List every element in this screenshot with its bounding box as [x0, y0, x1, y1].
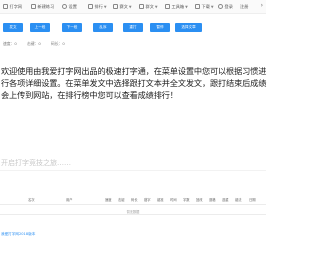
menu-item-download[interactable]: 下载 ▼ — [195, 2, 214, 11]
speed-value: 0 — [14, 41, 17, 46]
download-icon — [195, 4, 200, 9]
article-line: 会上传到网站，在排行榜中您可以查看成绩排行！ — [1, 90, 178, 100]
menu-item-login[interactable]: 登录 — [218, 2, 233, 11]
column-header: 日期 — [249, 198, 256, 202]
menu-item-label: 群文 — [145, 3, 154, 9]
column-header: 字数 — [183, 198, 190, 202]
group-text-icon — [139, 4, 144, 9]
speed-stat: 速度：0 — [3, 41, 17, 46]
column-header: 码长 — [131, 198, 138, 202]
chevron-down-icon: ▼ — [103, 4, 107, 9]
column-header: 名次 — [28, 198, 35, 202]
column-header: 速度 — [105, 198, 112, 202]
menu-item-settings[interactable]: 设置 — [62, 2, 77, 11]
code-length-label: 码长 — [51, 41, 59, 46]
menu-item-home[interactable]: 打字网 — [3, 2, 22, 11]
column-header: 回改 — [196, 198, 203, 202]
menu-item-register[interactable]: 注册 — [240, 2, 248, 11]
menu-item-toolbox[interactable]: 工具箱 ▼ — [165, 2, 188, 11]
version-link[interactable]: 我爱打字网2018版本 — [1, 232, 35, 237]
menu-item-label: 打字网 — [9, 3, 23, 9]
article-line: 行各项详细设置。在菜单发文中选择跟打文本并全文发文，跟打结束后成绩 — [1, 78, 267, 88]
race-text-icon — [113, 4, 118, 9]
home-icon — [3, 4, 8, 9]
column-header: 键准 — [157, 198, 164, 202]
settings-icon — [62, 4, 67, 9]
shuffle-button[interactable]: 乱序 — [93, 23, 113, 32]
keystroke-value: 0 — [38, 41, 41, 46]
article-line: 欢迎使用由我爱打字网出品的极速打字通，在菜单设置中您可以根据习惯进 — [1, 66, 267, 76]
keystroke-stat: 击键：0 — [27, 41, 41, 46]
pause-button[interactable]: 暂停 — [150, 23, 170, 32]
menu-item-rank[interactable]: 排行 ▼ — [88, 2, 107, 11]
chevron-down-icon: ▼ — [210, 4, 214, 9]
column-header: 时间 — [170, 198, 177, 202]
chevron-down-icon: ▼ — [154, 4, 158, 9]
menu-item-label: 工具箱 — [171, 3, 185, 9]
menu-item-label: 下载 — [201, 3, 210, 9]
code-length-value: 0 — [62, 41, 65, 46]
menu-item-race-text[interactable]: 赛文 ▼ — [113, 2, 132, 11]
menu-item-new-practice[interactable]: 新建练习 — [31, 2, 54, 11]
ranking-empty-state: 暂无数据 — [0, 207, 266, 215]
column-header: 错字 — [144, 198, 151, 202]
column-header: 选重 — [222, 198, 229, 202]
column-header: 键法 — [235, 198, 242, 202]
toolbar: 发文 上一段 下一段 乱序 重打 暂停 选择文章 — [0, 20, 266, 34]
menu-item-label: 登录 — [224, 3, 233, 9]
send-text-button[interactable]: 发文 — [3, 23, 23, 32]
keystroke-label: 击键 — [27, 41, 35, 46]
typing-input[interactable] — [0, 155, 266, 171]
divider — [0, 170, 266, 171]
code-length-stat: 码长：0 — [51, 41, 65, 46]
ranking-table-header: 名次 用户 速度 击键 码长 错字 键准 时间 字数 回改 退格 选重 键法 日… — [0, 195, 266, 205]
chevron-down-icon: ▼ — [185, 4, 188, 9]
login-icon — [218, 4, 223, 9]
retype-button[interactable]: 重打 — [123, 23, 143, 32]
rank-icon — [88, 4, 93, 9]
top-menu-bar: 打字网 新建练习 设置 排行 ▼ 赛文 ▼ 群文 ▼ 工具箱 ▼ 下载 ▼ 登录… — [0, 0, 266, 14]
chevron-down-icon: ▼ — [128, 4, 132, 9]
column-header: 击键 — [118, 198, 125, 202]
menu-item-label: 赛文 — [119, 3, 128, 9]
speed-label: 速度 — [3, 41, 11, 46]
new-practice-icon — [31, 4, 36, 9]
menu-item-label: 注册 — [240, 3, 249, 9]
select-article-button[interactable]: 选择文章 — [175, 23, 202, 32]
menu-item-label: 排行 — [94, 3, 103, 9]
typing-area — [0, 150, 266, 171]
source-article: 欢迎使用由我爱打字网出品的极速打字通，在菜单设置中您可以根据习惯进 行各项详细设… — [1, 65, 267, 101]
menu-item-label: 新建练习 — [37, 3, 55, 9]
toolbox-icon — [165, 4, 170, 9]
column-header: 退格 — [209, 198, 216, 202]
next-segment-button[interactable]: 下一段 — [62, 23, 82, 32]
chevron-right-icon[interactable]: › — [261, 3, 263, 9]
menu-item-label: 设置 — [68, 3, 77, 9]
typing-stats: 速度：0 击键：0 码长：0 — [0, 40, 266, 48]
previous-segment-button[interactable]: 上一段 — [30, 23, 50, 32]
menu-item-group-text[interactable]: 群文 ▼ — [139, 2, 158, 11]
column-header: 用户 — [66, 198, 73, 202]
